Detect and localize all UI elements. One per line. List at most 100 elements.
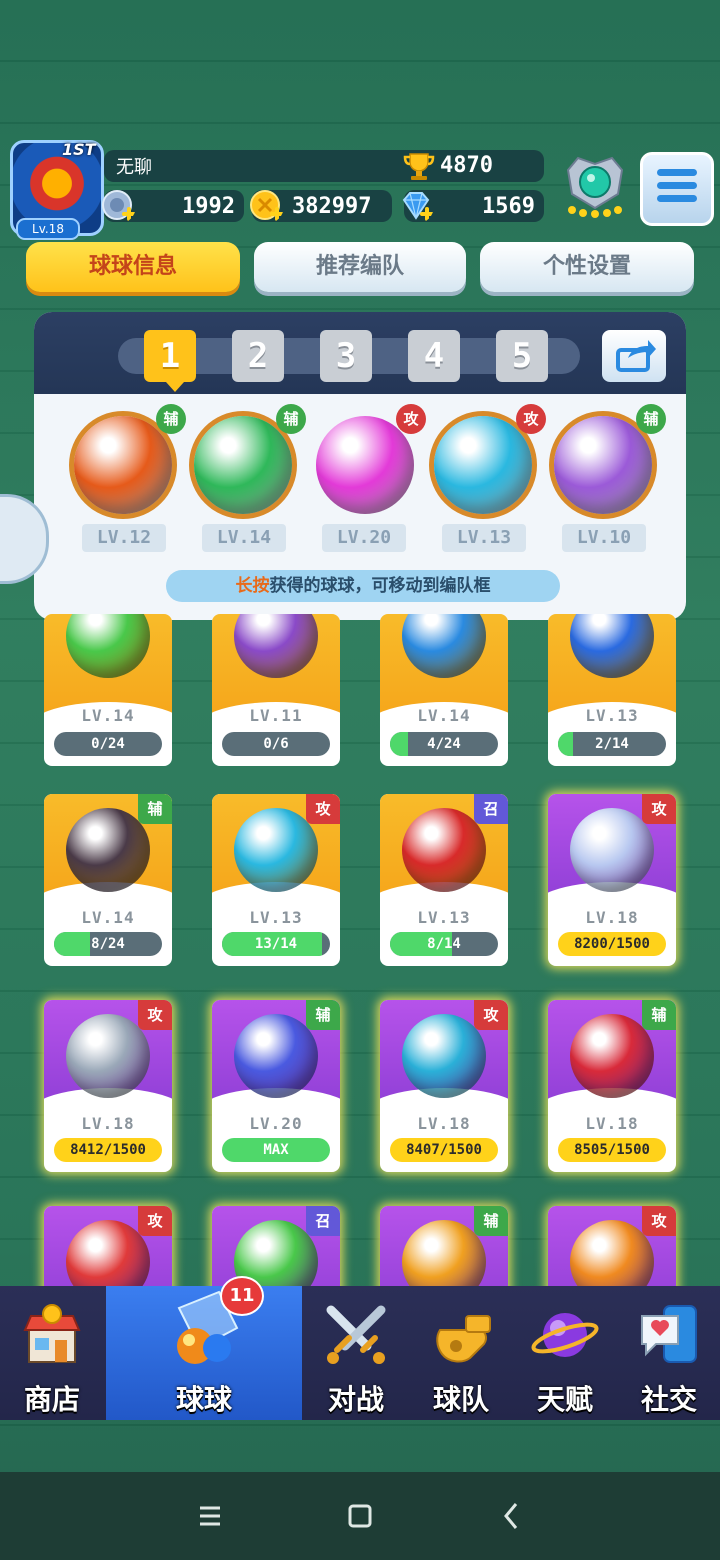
card-type-tag: 召 (474, 794, 508, 824)
system-nav-bar (0, 1472, 720, 1560)
card-type-tag: 攻 (138, 1000, 172, 1030)
stamina-icon[interactable] (100, 188, 136, 224)
card-progress-text: 13/14 (254, 936, 298, 952)
coins-value: 382997 (292, 194, 372, 219)
card-type-tag: 攻 (474, 1000, 508, 1030)
team-slot-1[interactable]: 1 (144, 330, 196, 382)
card-level: LV.13 (417, 908, 471, 927)
card-progress-text: 8505/1500 (574, 1142, 650, 1158)
shop-icon (23, 1304, 81, 1363)
ball-card[interactable]: 攻 LV.18 8407/1500 (380, 1000, 508, 1172)
card-progress-bar: 13/14 (222, 932, 330, 956)
card-level: LV.18 (585, 908, 639, 927)
gems-value: 1569 (482, 194, 535, 219)
menu-button[interactable] (640, 152, 714, 226)
back-icon[interactable] (490, 1494, 534, 1538)
card-level: LV.18 (81, 1114, 135, 1133)
team-slot-header: 1 2 3 4 5 (34, 312, 686, 394)
team-ball-4-tag: 攻 (516, 404, 546, 434)
card-progress-bar: MAX (222, 1138, 330, 1162)
gem-icon[interactable] (398, 188, 434, 224)
ball-card[interactable]: LV.14 0/24 (44, 614, 172, 766)
card-progress-bar: 8200/1500 (558, 932, 666, 956)
menu-icon (657, 169, 697, 176)
nav-shop-label: 商店 (23, 1383, 80, 1416)
team-slot-2[interactable]: 2 (232, 330, 284, 382)
ball-icon (570, 808, 654, 892)
chat-phone-icon (641, 1305, 697, 1363)
share-button[interactable] (602, 330, 666, 382)
ball-card[interactable]: 辅 LV.14 8/24 (44, 794, 172, 966)
card-type-tag: 召 (306, 1206, 340, 1236)
progress-fill (390, 732, 409, 756)
tab-ball-info[interactable]: 球球信息 (26, 242, 240, 292)
card-progress-text: MAX (263, 1142, 289, 1158)
card-level: LV.13 (249, 908, 303, 927)
nav-talent[interactable]: 天赋 (514, 1286, 616, 1420)
card-progress-bar: 0/6 (222, 732, 330, 756)
ball-card[interactable]: 召 LV.13 8/14 (380, 794, 508, 966)
card-progress-text: 0/6 (263, 736, 289, 752)
team-ball-3-level: LV.20 (322, 524, 406, 552)
card-progress-text: 4/24 (427, 736, 461, 752)
nav-team[interactable]: 球队 (410, 1286, 512, 1420)
ball-card[interactable]: 辅 LV.20 MAX (212, 1000, 340, 1172)
card-level: LV.14 (81, 908, 135, 927)
card-type-tag: 攻 (642, 794, 676, 824)
tab-personal-settings[interactable]: 个性设置 (480, 242, 694, 292)
ball-card[interactable]: 攻 LV.18 8200/1500 (548, 794, 676, 966)
card-progress-bar: 4/24 (390, 732, 498, 756)
nav-balls[interactable]: 球球 (106, 1286, 302, 1420)
nav-battle[interactable]: 对战 (304, 1286, 408, 1420)
ball-card[interactable]: 攻 LV.18 8412/1500 (44, 1000, 172, 1172)
card-progress-text: 8412/1500 (70, 1142, 146, 1158)
home-icon[interactable] (338, 1494, 382, 1538)
team-slot-5[interactable]: 5 (496, 330, 548, 382)
ball-card[interactable]: LV.14 4/24 (380, 614, 508, 766)
ball-card[interactable]: LV.13 2/14 (548, 614, 676, 766)
ball-card[interactable]: LV.11 0/6 (212, 614, 340, 766)
nav-shop[interactable]: 商店 (0, 1286, 104, 1420)
card-level: LV.14 (81, 706, 135, 725)
ball-card[interactable]: 攻 LV.13 13/14 (212, 794, 340, 966)
nav-battle-label: 对战 (327, 1383, 384, 1416)
nav-team-label: 球队 (432, 1383, 489, 1416)
coin-icon[interactable] (248, 188, 284, 224)
team-ball-5-level: LV.10 (562, 524, 646, 552)
hint-text: 获得的球球，可移动到编队框 (269, 576, 491, 596)
recent-apps-icon[interactable] (188, 1494, 232, 1538)
rank-emblem-icon[interactable] (560, 150, 630, 220)
card-type-tag: 辅 (306, 1000, 340, 1030)
ball-icon (402, 1014, 486, 1098)
card-progress-text: 8407/1500 (406, 1142, 482, 1158)
rank-badge: 1ST (62, 140, 96, 159)
nav-social[interactable]: 社交 (618, 1286, 720, 1420)
tab-recommended-team[interactable]: 推荐编队 (254, 242, 466, 292)
hint-highlight: 长按 (235, 576, 270, 596)
drag-hint: 长按获得的球球，可移动到编队框 (166, 570, 560, 602)
card-level: LV.13 (585, 706, 639, 725)
card-level: LV.18 (417, 1114, 471, 1133)
team-slot-3[interactable]: 3 (320, 330, 372, 382)
nav-talent-label: 天赋 (536, 1383, 593, 1416)
card-progress-text: 2/14 (595, 736, 629, 752)
team-ball-4[interactable] (434, 416, 532, 514)
team-ball-3[interactable] (316, 416, 414, 514)
nav-balls-label: 球球 (175, 1383, 232, 1416)
card-type-tag: 辅 (138, 794, 172, 824)
planet-icon (531, 1313, 599, 1357)
team-ball-2[interactable] (194, 416, 292, 514)
ball-icon (234, 1014, 318, 1098)
notification-badge: 11 (220, 1276, 264, 1316)
ball-icon (402, 808, 486, 892)
team-slot-4[interactable]: 4 (408, 330, 460, 382)
card-type-tag: 辅 (642, 1000, 676, 1030)
progress-fill (54, 932, 90, 956)
team-ball-5[interactable] (554, 416, 652, 514)
ball-card[interactable]: 辅 LV.18 8505/1500 (548, 1000, 676, 1172)
player-name: 无聊 (116, 157, 152, 178)
progress-fill (558, 732, 574, 756)
card-type-tag: 辅 (474, 1206, 508, 1236)
whistle-icon (436, 1315, 491, 1363)
team-ball-1[interactable] (74, 416, 172, 514)
